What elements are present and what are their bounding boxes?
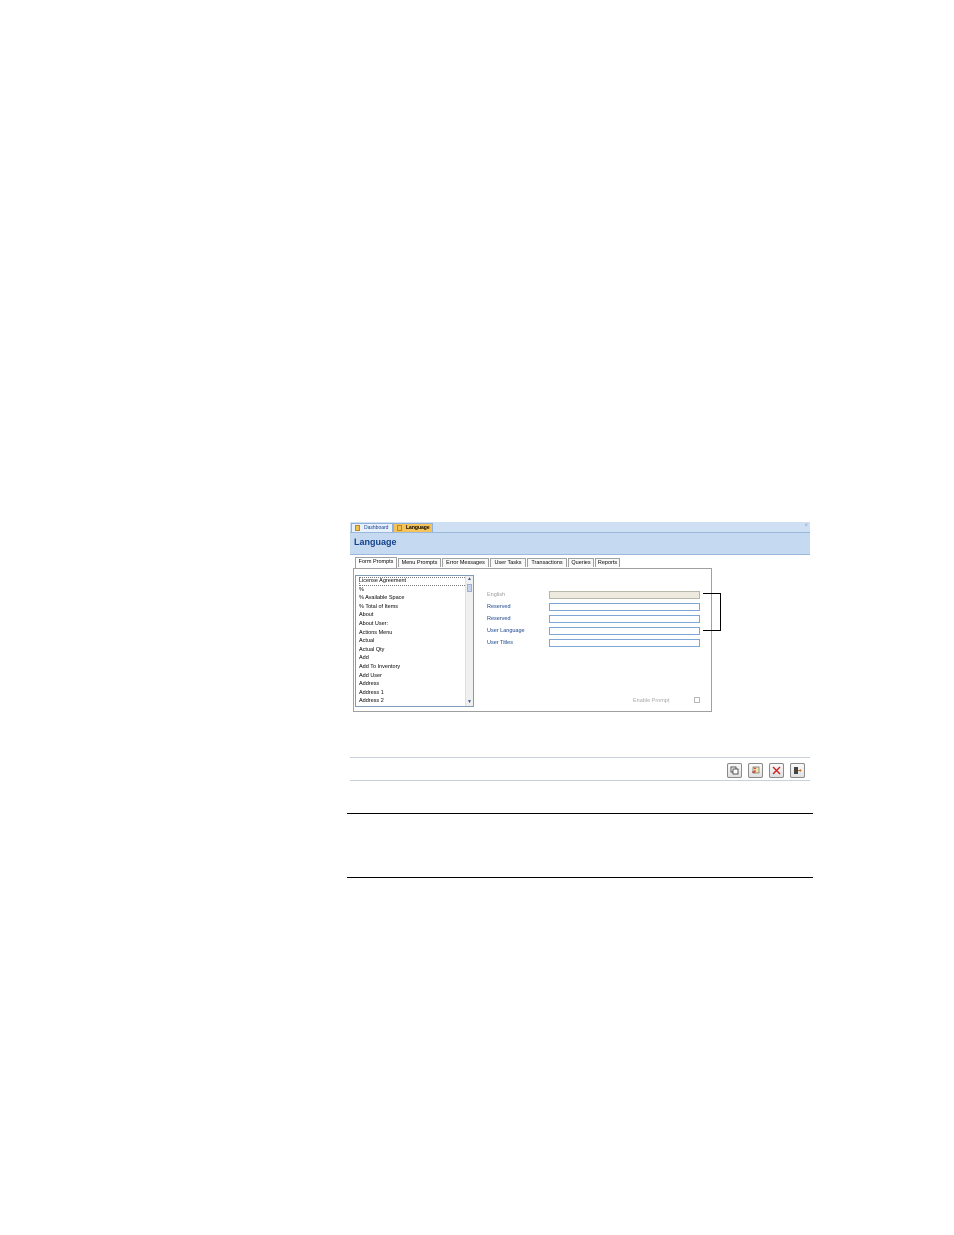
list-items: License Agreement%% Available Space% Tot… [359, 577, 467, 706]
list-item[interactable]: About [359, 611, 467, 620]
list-item[interactable]: Address [359, 680, 467, 689]
list-item[interactable]: % Available Space [359, 594, 467, 603]
delete-icon [772, 766, 781, 775]
enable-prompt-checkbox[interactable] [694, 697, 700, 703]
scroll-thumb[interactable] [467, 584, 472, 592]
list-item[interactable]: About User: [359, 620, 467, 629]
english-label: English [487, 592, 506, 598]
english-field [549, 591, 700, 599]
form-icon [397, 525, 402, 531]
doc-tab-language[interactable]: Language [393, 523, 433, 532]
tab-transactions[interactable]: Transactions [527, 558, 567, 567]
caption-rule-top [347, 813, 813, 814]
close-icon[interactable]: × [804, 522, 808, 531]
list-item[interactable]: License Agreement [359, 577, 467, 586]
user-titles-label: User Titles [487, 640, 513, 646]
tab-queries[interactable]: Queries [568, 558, 594, 567]
tab-error-messages[interactable]: Error Messages [442, 558, 489, 567]
doc-tab-label: Dashboard [364, 525, 389, 531]
reserved-field-1[interactable] [549, 603, 700, 611]
list-item[interactable]: Actual [359, 637, 467, 646]
list-item[interactable]: Actions Menu [359, 629, 467, 638]
language-window: Dashboard Language × Language Form Promp… [350, 522, 810, 782]
list-item[interactable]: % [359, 586, 467, 595]
list-item[interactable]: Address 2 [359, 697, 467, 706]
exit-button[interactable] [790, 763, 805, 778]
field-group-bracket [703, 593, 721, 631]
copy-icon [730, 766, 739, 775]
toolbar-divider-top [350, 757, 810, 758]
exit-icon [794, 767, 802, 774]
list-item[interactable]: Address 1 [359, 689, 467, 698]
toolbar-divider-bottom [350, 780, 810, 781]
list-item[interactable]: Add [359, 654, 467, 663]
undo-button[interactable] [748, 763, 763, 778]
doc-tab-dashboard[interactable]: Dashboard [351, 523, 393, 532]
copy-button[interactable] [727, 763, 742, 778]
page-title: Language [354, 537, 397, 547]
tab-menu-prompts[interactable]: Menu Prompts [398, 558, 441, 567]
enable-prompt-label: Enable Prompt [633, 698, 670, 704]
list-item[interactable]: Actual Qty [359, 646, 467, 655]
tab-form-prompts[interactable]: Form Prompts [355, 557, 397, 568]
form-header [350, 533, 810, 555]
tab-user-tasks[interactable]: User Tasks [490, 558, 526, 567]
tab-reports[interactable]: Reports [595, 558, 620, 567]
user-language-field[interactable] [549, 627, 700, 635]
reserved-field-2[interactable] [549, 615, 700, 623]
form-icon [355, 525, 360, 531]
reserved-label-2: Reserved [487, 616, 511, 622]
prompt-list[interactable]: License Agreement%% Available Space% Tot… [355, 575, 474, 707]
user-titles-field[interactable] [549, 639, 700, 647]
list-scrollbar[interactable]: ▲ ▼ [465, 576, 473, 706]
undo-icon [752, 766, 760, 774]
delete-button[interactable] [769, 763, 784, 778]
user-language-label: User Language [487, 628, 525, 634]
list-item[interactable]: % Total of Items [359, 603, 467, 612]
list-item[interactable]: Add User [359, 672, 467, 681]
scroll-up-icon[interactable]: ▲ [466, 576, 473, 583]
list-item[interactable]: Add To Inventory [359, 663, 467, 672]
doc-tab-label: Language [406, 525, 430, 531]
caption-rule-bottom [347, 877, 813, 878]
scroll-down-icon[interactable]: ▼ [466, 699, 473, 706]
reserved-label-1: Reserved [487, 604, 511, 610]
